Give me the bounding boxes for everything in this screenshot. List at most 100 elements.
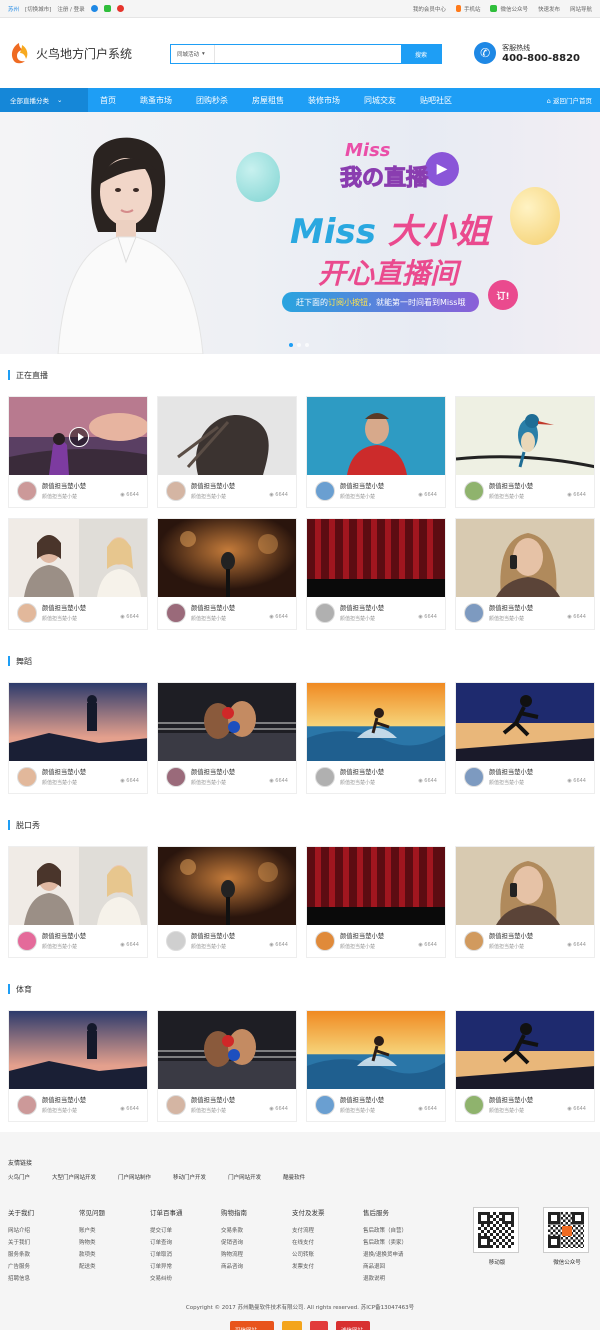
stream-thumbnail[interactable]	[307, 519, 445, 597]
stream-thumbnail[interactable]	[9, 1011, 147, 1089]
friend-link[interactable]: 酷曼软件	[283, 1173, 305, 1181]
streamer-name[interactable]: 颜值担当楚小楚	[489, 931, 594, 940]
footer-link[interactable]: 招聘信息	[8, 1274, 79, 1282]
stream-thumbnail[interactable]	[158, 519, 296, 597]
stream-card[interactable]: 颜值担当楚小楚 颜值担当楚小楚 ◉ 6644	[455, 682, 595, 794]
streamer-name[interactable]: 颜值担当楚小楚	[42, 931, 147, 940]
avatar[interactable]	[166, 931, 186, 951]
footer-link[interactable]: 配送类	[79, 1262, 150, 1270]
friend-link[interactable]: 移动门户开发	[173, 1173, 206, 1181]
wechat-official-link[interactable]: 微信公众号	[490, 5, 528, 13]
streamer-name[interactable]: 颜值担当楚小楚	[191, 603, 296, 612]
avatar[interactable]	[315, 767, 335, 787]
stream-thumbnail[interactable]	[456, 683, 594, 761]
wechat-icon[interactable]	[103, 5, 111, 12]
hero-banner[interactable]: ▶ Miss 我の直播 Miss 大小姐 开心直播间 赶下面的 订阅小按钮 ，就能第…	[0, 112, 600, 354]
streamer-name[interactable]: 颜值担当楚小楚	[340, 481, 445, 490]
footer-link[interactable]: 账户类	[79, 1226, 150, 1234]
nav-item-6[interactable]: 贴吧社区	[408, 95, 464, 106]
stream-thumbnail[interactable]	[456, 847, 594, 925]
footer-link[interactable]: 公司转账	[292, 1250, 363, 1258]
streamer-name[interactable]: 颜值担当楚小楚	[191, 931, 296, 940]
avatar[interactable]	[464, 931, 484, 951]
footer-link[interactable]: 在线支付	[292, 1238, 363, 1246]
streamer-name[interactable]: 颜值担当楚小楚	[42, 1095, 147, 1104]
streamer-name[interactable]: 颜值担当楚小楚	[191, 1095, 296, 1104]
footer-link[interactable]: 款项类	[79, 1250, 150, 1258]
stream-card[interactable]: 颜值担当楚小楚 颜值担当楚小楚 ◉ 6644	[306, 396, 446, 508]
trust-badge-icon[interactable]	[310, 1321, 328, 1330]
streamer-name[interactable]: 颜值担当楚小楚	[340, 1095, 445, 1104]
footer-link[interactable]: 商品退回	[363, 1262, 434, 1270]
streamer-name[interactable]: 颜值担当楚小楚	[489, 767, 594, 776]
avatar[interactable]	[315, 931, 335, 951]
footer-link[interactable]: 订单查询	[150, 1238, 221, 1246]
weibo-icon[interactable]	[116, 5, 124, 12]
stream-thumbnail[interactable]	[307, 683, 445, 761]
stream-thumbnail[interactable]	[9, 397, 147, 475]
carousel-dot[interactable]	[305, 343, 309, 347]
stream-thumbnail[interactable]	[158, 397, 296, 475]
switch-city-link[interactable]: [切换城市]	[25, 5, 51, 13]
current-city[interactable]: 苏州	[8, 5, 19, 13]
streamer-name[interactable]: 颜值担当楚小楚	[42, 767, 147, 776]
carousel-dot[interactable]	[289, 343, 293, 347]
footer-link[interactable]: 发票支付	[292, 1262, 363, 1270]
login-link[interactable]: 注册 / 登录	[57, 5, 84, 13]
avatar[interactable]	[464, 603, 484, 623]
footer-link[interactable]: 购物类	[79, 1238, 150, 1246]
footer-link[interactable]: 订单异常	[150, 1262, 221, 1270]
stream-card[interactable]: 颜值担当楚小楚 颜值担当楚小楚 ◉ 6644	[455, 396, 595, 508]
streamer-name[interactable]: 颜值担当楚小楚	[489, 1095, 594, 1104]
stream-card[interactable]: 颜值担当楚小楚 颜值担当楚小楚 ◉ 6644	[8, 846, 148, 958]
footer-link[interactable]: 支付流程	[292, 1226, 363, 1234]
avatar[interactable]	[17, 767, 37, 787]
avatar[interactable]	[17, 481, 37, 501]
trust-badge-icon[interactable]	[282, 1321, 302, 1330]
stream-thumbnail[interactable]	[307, 397, 445, 475]
stream-card[interactable]: 颜值担当楚小楚 颜值担当楚小楚 ◉ 6644	[157, 396, 297, 508]
nav-item-0[interactable]: 首页	[88, 95, 128, 106]
stream-card[interactable]: 颜值担当楚小楚 颜值担当楚小楚 ◉ 6644	[157, 518, 297, 630]
footer-link[interactable]: 订单取消	[150, 1250, 221, 1258]
avatar[interactable]	[464, 767, 484, 787]
friend-link[interactable]: 火鸟门户	[8, 1173, 30, 1181]
stream-card[interactable]: 颜值担当楚小楚 颜值担当楚小楚 ◉ 6644	[306, 1010, 446, 1122]
play-icon[interactable]	[69, 427, 89, 447]
avatar[interactable]	[166, 767, 186, 787]
footer-link[interactable]: 提交订单	[150, 1226, 221, 1234]
mobile-site-link[interactable]: 手机站	[455, 5, 480, 13]
footer-link[interactable]: 服务条款	[8, 1250, 79, 1258]
streamer-name[interactable]: 颜值担当楚小楚	[340, 603, 445, 612]
stream-card[interactable]: 颜值担当楚小楚 颜值担当楚小楚 ◉ 6644	[306, 846, 446, 958]
footer-link[interactable]: 退款说明	[363, 1274, 434, 1282]
avatar[interactable]	[17, 603, 37, 623]
nav-item-1[interactable]: 跳蚤市场	[128, 95, 184, 106]
avatar[interactable]	[464, 1095, 484, 1115]
footer-link[interactable]: 交易纠纷	[150, 1274, 221, 1282]
stream-card[interactable]: 颜值担当楚小楚 颜值担当楚小楚 ◉ 6644	[157, 1010, 297, 1122]
footer-link[interactable]: 退换/退换货申请	[363, 1250, 434, 1258]
stream-card[interactable]: 颜值担当楚小楚 颜值担当楚小楚 ◉ 6644	[8, 1010, 148, 1122]
stream-card[interactable]: 颜值担当楚小楚 颜值担当楚小楚 ◉ 6644	[306, 518, 446, 630]
avatar[interactable]	[166, 481, 186, 501]
stream-card[interactable]: 颜值担当楚小楚 颜值担当楚小楚 ◉ 6644	[455, 846, 595, 958]
qq-icon[interactable]	[90, 5, 98, 12]
stream-card[interactable]: 颜值担当楚小楚 颜值担当楚小楚 ◉ 6644	[8, 518, 148, 630]
footer-link[interactable]: 商品咨询	[221, 1262, 292, 1270]
stream-thumbnail[interactable]	[158, 847, 296, 925]
footer-link[interactable]: 网站介绍	[8, 1226, 79, 1234]
nav-item-3[interactable]: 房屋租售	[240, 95, 296, 106]
stream-thumbnail[interactable]	[9, 519, 147, 597]
avatar[interactable]	[166, 1095, 186, 1115]
avatar[interactable]	[464, 481, 484, 501]
streamer-name[interactable]: 颜值担当楚小楚	[340, 767, 445, 776]
stream-thumbnail[interactable]	[9, 847, 147, 925]
avatar[interactable]	[17, 931, 37, 951]
search-input[interactable]	[215, 45, 401, 63]
streamer-name[interactable]: 颜值担当楚小楚	[42, 481, 147, 490]
friend-link[interactable]: 门户网站制作	[118, 1173, 151, 1181]
stream-card[interactable]: 颜值担当楚小楚 颜值担当楚小楚 ◉ 6644	[8, 396, 148, 508]
streamer-name[interactable]: 颜值担当楚小楚	[191, 481, 296, 490]
search-category-select[interactable]: 同城活动 ▾	[171, 45, 215, 63]
